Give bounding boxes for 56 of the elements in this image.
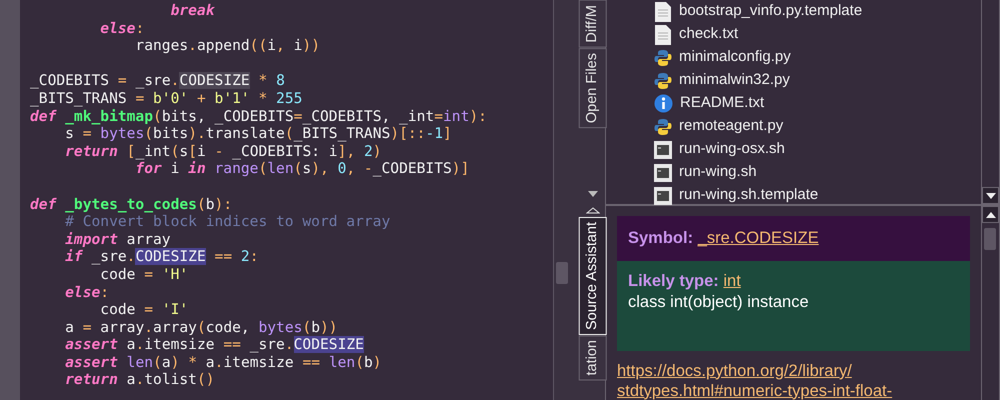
code-line: s = bytes(bits).translate(_BITS_TRANS)[::-1] bbox=[64, 125, 453, 143]
terminal-icon bbox=[654, 164, 672, 182]
code-line: code = 'I' bbox=[99, 301, 190, 319]
code-line: assert a.itemsize == _sre.CODESIZE bbox=[64, 336, 365, 354]
file-name[interactable]: minimalwin32.py bbox=[679, 69, 790, 92]
document-icon bbox=[654, 2, 672, 22]
scroll-down-button[interactable] bbox=[982, 187, 999, 204]
code-line: import array bbox=[64, 230, 172, 248]
symbol-label: Symbol: bbox=[628, 229, 694, 247]
code-line: _BITS_TRANS = b'0' + b'1' * 255 bbox=[30, 90, 304, 108]
type-description: class int(object) instance bbox=[628, 292, 810, 314]
documentation-link[interactable]: https://docs.python.org/2/library/ stdtypes.html#numeric-types-int-float- bbox=[617, 360, 970, 400]
options-icon[interactable] bbox=[586, 207, 600, 214]
code-line: def _bytes_to_codes(b): bbox=[30, 196, 234, 214]
symbol-link[interactable]: _sre.CODESIZE bbox=[698, 229, 819, 247]
file-name[interactable]: minimalconfig.py bbox=[679, 46, 791, 69]
scrollbar-thumb[interactable] bbox=[556, 262, 568, 284]
panel-tab[interactable]: tation bbox=[578, 335, 606, 380]
caret-down-icon bbox=[986, 192, 996, 198]
panel-tab[interactable]: Source Assistant bbox=[578, 217, 606, 335]
code-line: if _sre.CODESIZE == 2: bbox=[64, 248, 260, 266]
code-line: a = array.array(code, bytes(b)) bbox=[64, 318, 339, 336]
code-line: break bbox=[170, 2, 216, 20]
scroll-up-button[interactable] bbox=[982, 206, 999, 223]
code-line: return a.tolist() bbox=[64, 371, 216, 390]
file-name[interactable]: run-wing.sh bbox=[679, 161, 757, 184]
python-file-icon bbox=[654, 118, 672, 136]
document-icon bbox=[654, 24, 672, 44]
code-line: for i in range(len(s), 0, -_CODEBITS)] bbox=[134, 160, 470, 178]
python-file-icon bbox=[654, 72, 672, 90]
code-line: code = 'H' bbox=[99, 266, 190, 284]
code-line: ranges.append((i, i)) bbox=[134, 37, 321, 55]
file-name[interactable]: run-wing-osx.sh bbox=[679, 138, 785, 161]
terminal-icon bbox=[654, 140, 672, 158]
code-line: return [_int(s[i - _CODEBITS: i], 2) bbox=[64, 142, 383, 160]
terminal-icon bbox=[654, 186, 672, 204]
dropdown-arrow-icon[interactable] bbox=[588, 191, 598, 197]
code-line: # Convert block indices to word array bbox=[64, 213, 392, 231]
python-file-icon bbox=[654, 48, 672, 66]
file-name[interactable]: remoteagent.py bbox=[679, 115, 784, 138]
file-name[interactable]: check.txt bbox=[679, 23, 738, 46]
code-line: def _mk_bitmap(bits, _CODEBITS=_CODEBITS, _int=int): bbox=[30, 108, 487, 126]
file-name[interactable]: bootstrap_vinfo.py.template bbox=[679, 0, 862, 23]
type-label: Likely type: bbox=[628, 272, 719, 290]
caret-up-icon bbox=[986, 212, 996, 218]
type-link[interactable]: int bbox=[723, 272, 741, 290]
scrollbar-thumb[interactable] bbox=[984, 228, 996, 250]
code-line: _CODEBITS = _sre.CODESIZE * 8 bbox=[30, 72, 286, 90]
info-icon bbox=[654, 94, 673, 113]
panel-tab[interactable]: Open Files bbox=[578, 48, 606, 128]
code-line: else: bbox=[99, 20, 146, 38]
file-name[interactable]: README.txt bbox=[680, 92, 764, 115]
file-name[interactable]: run-wing.sh.template bbox=[679, 184, 818, 207]
panel-tab[interactable]: Diff/M bbox=[578, 0, 606, 48]
code-line: else: bbox=[64, 284, 110, 302]
code-line: assert len(a) * a.itemsize == len(b) bbox=[64, 354, 383, 372]
